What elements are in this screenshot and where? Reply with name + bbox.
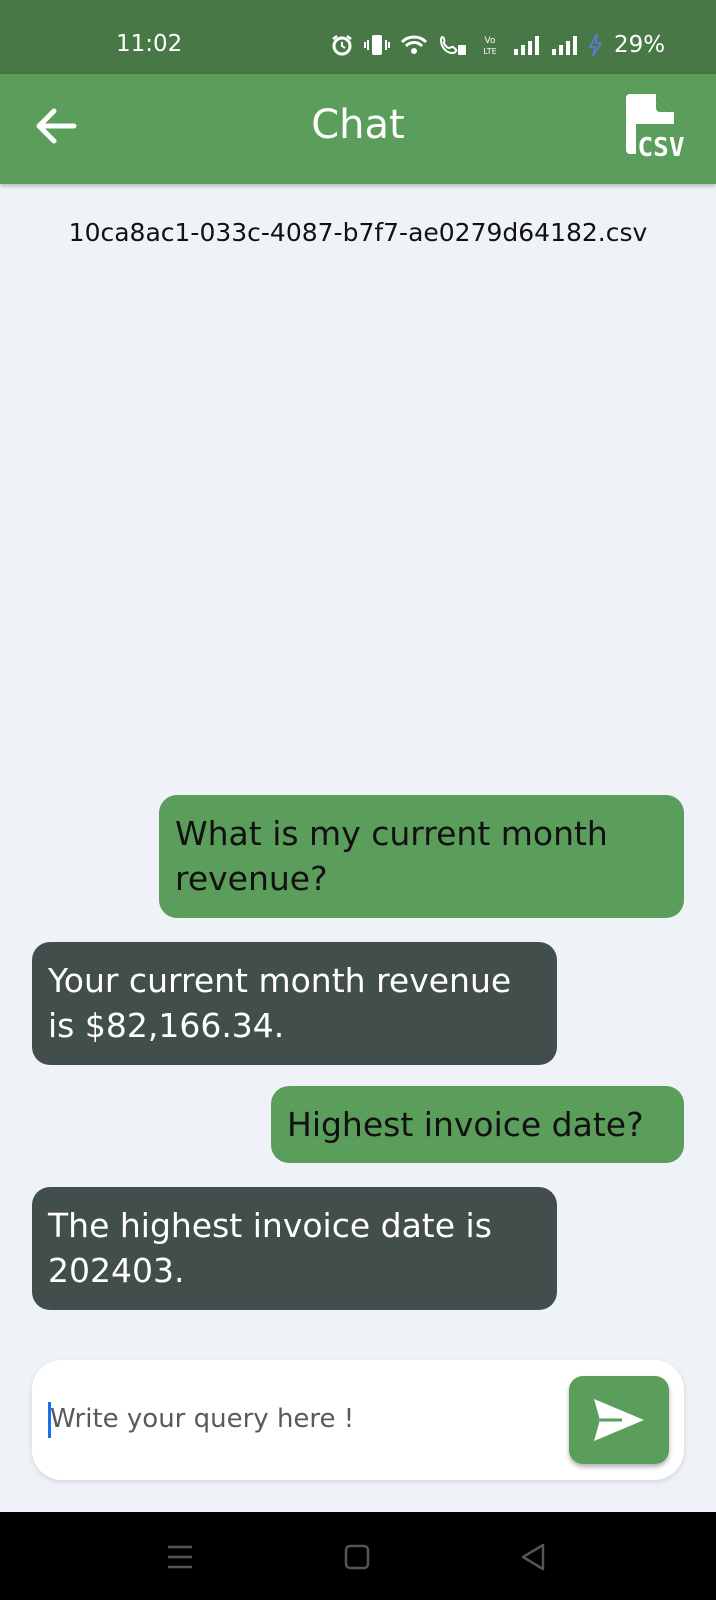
back-triangle-icon — [521, 1543, 545, 1571]
back-nav-button[interactable] — [517, 1540, 551, 1574]
alarm-icon — [332, 35, 352, 56]
file-name: 10ca8ac1-033c-4087-b7f7-ae0279d64182.csv — [68, 218, 648, 247]
app-bar: Chat CSV — [0, 74, 716, 184]
wifi-icon — [400, 35, 428, 54]
recents-icon — [168, 1545, 192, 1569]
signal-icon — [552, 36, 577, 55]
battery-percentage: 29% — [614, 32, 666, 58]
home-icon — [344, 1544, 370, 1570]
wifi-call-icon — [439, 35, 466, 55]
volte-icon: Vo LTE — [483, 36, 496, 56]
text-caret — [48, 1402, 51, 1438]
recents-button[interactable] — [163, 1540, 197, 1574]
home-button[interactable] — [340, 1540, 374, 1574]
bot-message: Your current month revenue is $82,166.34… — [32, 942, 557, 1065]
csv-file-icon: CSV — [626, 94, 685, 163]
bot-message: The highest invoice date is 202403. — [32, 1187, 557, 1310]
status-bar: 11:02 Vo LTE 29% — [0, 0, 716, 74]
svg-text:Vo: Vo — [485, 36, 496, 46]
query-input[interactable] — [48, 1390, 572, 1448]
user-message: Highest invoice date? — [271, 1086, 684, 1163]
send-button[interactable] — [569, 1376, 669, 1464]
csv-export-button[interactable]: CSV — [624, 94, 690, 164]
csv-label: CSV — [638, 133, 685, 163]
query-input-bar — [32, 1360, 684, 1480]
status-icons: Vo LTE 29% — [330, 30, 665, 60]
user-message: What is my current month revenue? — [159, 795, 684, 918]
send-icon — [594, 1399, 644, 1441]
charging-icon — [588, 33, 602, 57]
svg-text:LTE: LTE — [483, 47, 496, 56]
page-title: Chat — [311, 102, 405, 148]
vibrate-icon — [364, 35, 390, 55]
status-time: 11:02 — [116, 31, 183, 57]
signal-icon — [514, 36, 539, 55]
system-nav-bar — [0, 1512, 716, 1600]
